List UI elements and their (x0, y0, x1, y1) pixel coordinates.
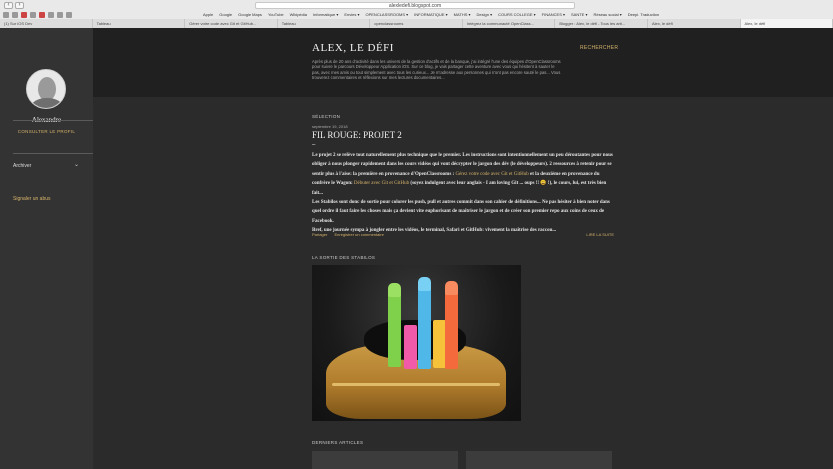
post-body: Le projet 2 se relève tout naturellement… (312, 151, 614, 236)
title-dash: – (312, 142, 316, 148)
orange-marker (445, 291, 458, 369)
photo-section-title: LA SORTIE DES STABILOS (312, 255, 376, 260)
forward-icon[interactable]: › (15, 2, 24, 9)
browser-tab[interactable]: Blogger : Alex, le défi - Tous les arti.… (555, 19, 648, 28)
pencil-case-zip (332, 383, 500, 386)
bookmark-icon[interactable] (21, 12, 27, 18)
archive-label: Archiver (13, 163, 32, 169)
bookmark-icon[interactable] (3, 12, 9, 18)
section-label: SÉLECTION (312, 114, 341, 119)
bookmark-icon[interactable] (57, 12, 63, 18)
divider (13, 153, 93, 154)
blue-marker (418, 287, 431, 369)
search-button[interactable]: RECHERCHER (580, 45, 618, 51)
bookmark-items: Apple Google Google Maps YouTube Wikipédia In… (203, 12, 659, 18)
bookmark-icon[interactable] (48, 12, 54, 18)
share-link[interactable]: Partager (312, 232, 327, 237)
bookmark-item[interactable]: Google (219, 12, 232, 18)
recent-article-card[interactable] (312, 451, 458, 469)
chevron-down-icon[interactable]: ⌄ (74, 162, 79, 169)
bookmark-item[interactable]: Deepl. Traduction (628, 12, 659, 18)
bookmark-item[interactable]: Informatique ▾ (313, 12, 338, 18)
blog-description: Après plus de 20 ans d'activité dans les… (312, 59, 561, 80)
sidebar: Alexandre CONSULTER LE PROFIL Archiver ⌄… (0, 28, 93, 469)
blue-marker-cap (418, 277, 431, 291)
post-title[interactable]: FIL ROUGE: PROJET 2 (312, 130, 402, 140)
tab-bar: (1) Sur iOS Dev Tableau Gérer votre code a… (0, 19, 833, 28)
post-link[interactable]: Débuter avec Git et GitHub (354, 181, 409, 186)
profile-link[interactable]: CONSULTER LE PROFIL (0, 129, 93, 134)
post-link[interactable]: Gérez votre code avec Git et GitHub (455, 172, 528, 177)
bookmark-icon[interactable] (12, 12, 18, 18)
bookmark-icon[interactable] (66, 12, 72, 18)
bookmark-item[interactable]: COURS COLLEGE ▾ (498, 12, 536, 18)
browser-toolbar: ‹ › alexledefi.blogspot.com (0, 0, 833, 11)
green-marker (388, 293, 401, 367)
browser-chrome: ‹ › alexledefi.blogspot.com Apple Google G… (0, 0, 833, 28)
comment-link[interactable]: Enregistrer un commentaire (334, 232, 383, 237)
url-bar[interactable]: alexledefi.blogspot.com (255, 2, 575, 9)
browser-tab[interactable]: Tableau (92, 19, 186, 28)
bookmark-icon[interactable] (30, 12, 36, 18)
browser-tab[interactable]: Gérer votre code avec Git et GitHub... (185, 19, 278, 28)
bookmark-item[interactable]: INFORMATIQUE ▾ (414, 12, 448, 18)
bookmark-item[interactable]: YouTube (268, 12, 284, 18)
report-abuse-link[interactable]: Signaler un abus (13, 196, 51, 202)
divider (13, 120, 93, 121)
post-actions: Partager Enregistrer un commentaire LIRE… (312, 232, 614, 237)
post-date: septembre 19, 2018 (312, 124, 348, 129)
browser-tab[interactable]: Intégrez la communauté OpenClass... (462, 19, 556, 28)
bookmark-item[interactable]: Wikipédia (290, 12, 307, 18)
bookmark-item[interactable]: Réseau social ▾ (593, 12, 621, 18)
back-icon[interactable]: ‹ (4, 2, 13, 9)
recent-articles-title: DERNIERS ARTICLES (312, 440, 364, 445)
bookmark-item[interactable]: Design ▾ (477, 12, 493, 18)
bookmark-item[interactable]: Envies ▾ (344, 12, 359, 18)
browser-tab[interactable]: Alex, le défi (740, 19, 833, 28)
browser-tab[interactable]: (1) Sur iOS Dev (0, 19, 93, 28)
archive-dropdown[interactable]: Archiver ⌄ (13, 162, 79, 169)
bookmark-item[interactable]: SANTE ▾ (571, 12, 587, 18)
read-more-link[interactable]: LIRE LA SUITE (586, 232, 614, 237)
browser-tab[interactable]: Alex, le défi (647, 19, 741, 28)
bookmark-icons (3, 12, 72, 18)
bookmark-item[interactable]: Apple (203, 12, 213, 18)
avatar-body (31, 98, 63, 108)
bookmark-item[interactable]: FINANCES ▾ (542, 12, 565, 18)
orange-marker-cap (445, 281, 458, 295)
bookmark-item[interactable]: OPENCLASSROOMS ▾ (365, 12, 408, 18)
bookmark-icon[interactable] (39, 12, 45, 18)
green-marker-cap (388, 283, 401, 297)
browser-tab[interactable]: openclassrooms (370, 19, 463, 28)
post-image[interactable] (312, 265, 521, 421)
bookmark-item[interactable]: Google Maps (238, 12, 262, 18)
bookmark-item[interactable]: MATHS ▾ (454, 12, 471, 18)
bookmarks-bar: Apple Google Google Maps YouTube Wikipédia In… (0, 11, 833, 19)
recent-article-card[interactable] (466, 451, 612, 469)
post-text: Les Stabilos sont donc de sortie pour co… (312, 200, 610, 224)
avatar[interactable] (26, 69, 66, 109)
pink-marker (404, 325, 417, 369)
blog-title[interactable]: ALEX, LE DÉFI (312, 42, 394, 54)
browser-tab[interactable]: Tableau (277, 19, 371, 28)
